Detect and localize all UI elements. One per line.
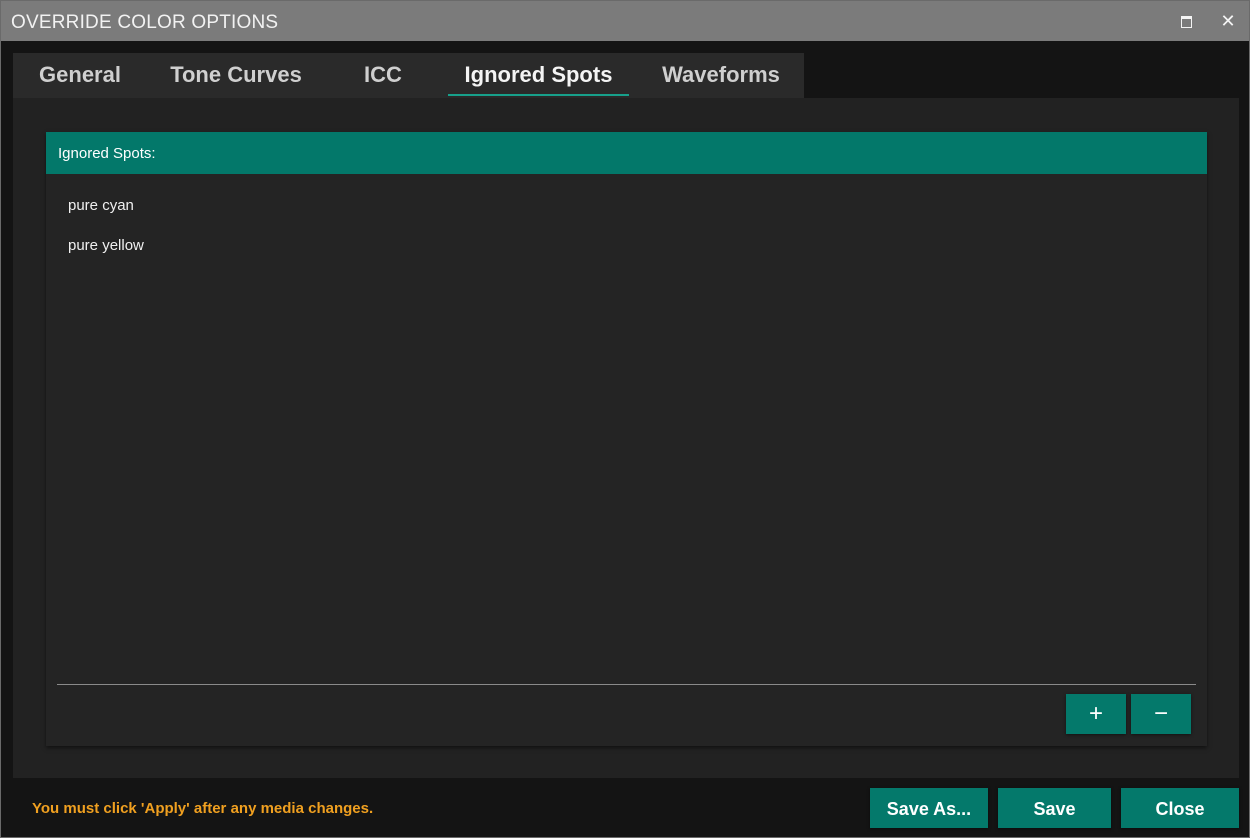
tab-ignored-spots[interactable]: Ignored Spots <box>448 53 629 98</box>
remove-spot-button[interactable]: − <box>1131 694 1191 734</box>
list-divider <box>57 684 1196 685</box>
ignored-spots-list: pure cyan pure yellow <box>46 174 1207 674</box>
maximize-button[interactable] <box>1175 10 1197 32</box>
panel-header-label: Ignored Spots: <box>58 145 156 162</box>
close-icon: ✕ <box>1220 11 1236 31</box>
ignored-spots-panel: Ignored Spots: pure cyan pure yellow + − <box>46 132 1207 746</box>
tab-icc[interactable]: ICC <box>343 53 423 98</box>
save-button[interactable]: Save <box>998 788 1111 828</box>
minus-icon: − <box>1153 700 1168 727</box>
save-as-button[interactable]: Save As... <box>870 788 988 828</box>
tab-tone-curves[interactable]: Tone Curves <box>155 53 317 98</box>
panel-header: Ignored Spots: <box>46 132 1207 174</box>
list-item[interactable]: pure cyan <box>68 197 134 214</box>
apply-warning-note: You must click 'Apply' after any media c… <box>32 800 374 817</box>
title-bar[interactable]: OVERRIDE COLOR OPTIONS ✕ <box>1 1 1249 41</box>
plus-icon: + <box>1088 700 1103 727</box>
list-item[interactable]: pure yellow <box>68 237 144 254</box>
window-title: OVERRIDE COLOR OPTIONS <box>11 12 279 33</box>
override-color-options-window: OVERRIDE COLOR OPTIONS ✕ General Tone Cu… <box>0 0 1250 838</box>
tab-waveforms[interactable]: Waveforms <box>643 53 799 98</box>
close-button[interactable]: Close <box>1121 788 1239 828</box>
tab-general[interactable]: General <box>25 53 135 98</box>
maximize-icon <box>1180 16 1192 28</box>
add-spot-button[interactable]: + <box>1066 694 1126 734</box>
tab-bar: General Tone Curves ICC Ignored Spots Wa… <box>13 53 804 98</box>
close-window-button[interactable]: ✕ <box>1217 10 1239 32</box>
tab-content: Ignored Spots: pure cyan pure yellow + − <box>13 98 1239 778</box>
